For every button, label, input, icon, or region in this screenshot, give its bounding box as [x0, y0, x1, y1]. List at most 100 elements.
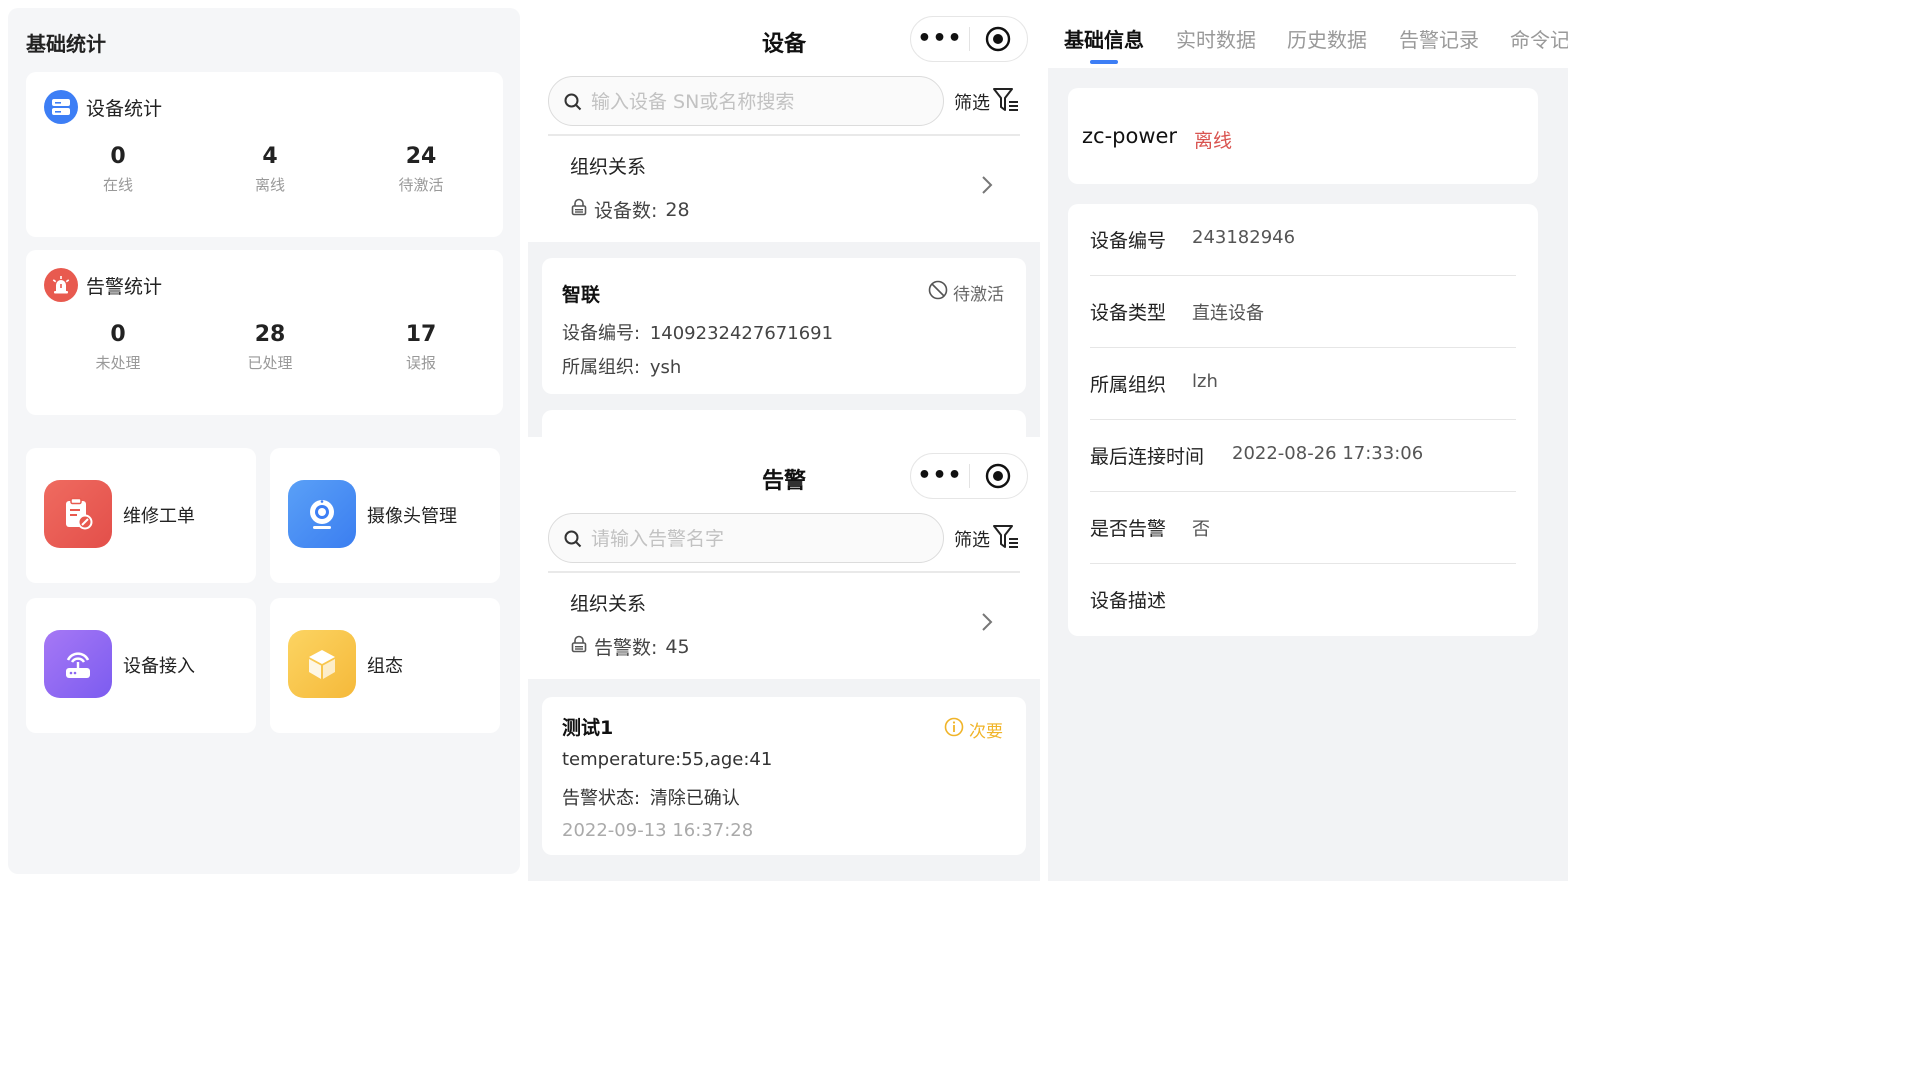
alarm-stats-card[interactable]: 告警统计 0 未处理 28 已处理 17 误报: [26, 250, 503, 415]
chevron-right-icon: [980, 611, 994, 637]
search-box[interactable]: [548, 513, 944, 563]
tab-command[interactable]: 命令记: [1510, 24, 1568, 53]
org-value: ysh: [649, 357, 682, 378]
state-label: 告警状态:: [562, 788, 641, 809]
state-value: 清除已确认: [649, 788, 740, 809]
device-stats-card[interactable]: 设备统计 0 在线 4 离线 24 待激活: [26, 72, 503, 237]
device-count-label: 设备数:: [594, 200, 658, 222]
ban-icon: [928, 280, 948, 305]
stat-value: 24: [405, 144, 437, 169]
info-key: 设备编号: [1090, 230, 1167, 252]
filter-label: 筛选: [954, 93, 990, 114]
device-name-card: zc-power 离线: [1068, 88, 1538, 184]
close-target-icon[interactable]: [970, 463, 1027, 489]
alarm-state-line: 告警状态: 清除已确认: [562, 784, 740, 810]
alarm-count-label: 告警数:: [594, 637, 658, 659]
tab-bar: 基础信息 实时数据 历史数据 告警记录 命令记: [1048, 0, 1568, 68]
device-status: 待激活: [928, 280, 1004, 305]
more-icon[interactable]: •••: [911, 454, 969, 498]
level-text: 次要: [969, 722, 1003, 742]
device-card-partial[interactable]: [542, 410, 1026, 437]
info-icon: [944, 717, 964, 742]
info-key: 最后连接时间: [1090, 446, 1205, 468]
tab-realtime-data[interactable]: 实时数据: [1176, 24, 1256, 53]
info-key: 设备描述: [1090, 590, 1167, 612]
alarm-name: 测试1: [562, 717, 614, 739]
lock-icon: [570, 198, 588, 221]
org-title: 组织关系: [570, 593, 647, 615]
stat-value: 0: [110, 322, 126, 347]
device-detail-panel: 基础信息 实时数据 历史数据 告警记录 命令记 zc-power 离线 设备编号…: [1048, 0, 1568, 881]
tab-history-data[interactable]: 历史数据: [1287, 24, 1367, 53]
info-row-last-connect: 最后连接时间 2022-08-26 17:33:06: [1090, 420, 1516, 492]
divider: [548, 134, 1020, 136]
stat-value: 28: [254, 322, 286, 347]
close-target-icon[interactable]: [970, 26, 1027, 52]
page-title: 基础统计: [26, 32, 106, 56]
server-icon: [44, 90, 78, 124]
filter-icon: [992, 523, 1020, 555]
org-count: 设备数: 28: [570, 196, 690, 223]
nav-bar: 设备 •••: [528, 0, 1040, 74]
tab-alarm-records[interactable]: 告警记录: [1399, 24, 1479, 53]
tab-basic-info[interactable]: 基础信息: [1064, 24, 1144, 53]
alarm-card[interactable]: 测试1 次要 temperature:55,age:41 告警状态: 清除已确认…: [542, 697, 1026, 855]
chevron-right-icon: [980, 174, 994, 200]
stat-caption: 离线: [254, 176, 285, 194]
stat-caption: 误报: [405, 354, 436, 372]
stat-caption: 在线: [102, 176, 133, 194]
mini-program-capsule: •••: [910, 453, 1028, 499]
list-panel: 设备 ••• 筛选: [528, 0, 1040, 881]
info-key: 是否告警: [1090, 518, 1167, 540]
app-work-order[interactable]: 维修工单: [26, 448, 256, 583]
stat-unprocessed[interactable]: 0 未处理: [58, 322, 178, 373]
filter-button[interactable]: 筛选: [954, 523, 1020, 555]
stat-offline[interactable]: 4 离线: [210, 144, 330, 195]
search-row: 筛选: [528, 511, 1040, 571]
app-label: 摄像头管理: [367, 506, 457, 527]
info-row-alarm: 是否告警 否: [1090, 492, 1516, 564]
alarm-light-icon: [44, 268, 78, 302]
info-row-serial: 设备编号 243182946: [1090, 204, 1516, 276]
stat-false-alarm[interactable]: 17 误报: [361, 322, 481, 373]
org-title: 组织关系: [570, 156, 647, 178]
stat-value: 0: [110, 144, 126, 169]
app-configuration[interactable]: 组态: [270, 598, 500, 733]
nav-bar: 告警 •••: [528, 437, 1040, 511]
device-card[interactable]: 智联 待激活 设备编号: 1409232427671691 所属组织: ysh: [542, 258, 1026, 394]
info-value: lzh: [1192, 371, 1218, 392]
cube-icon: [288, 630, 356, 698]
app-device-access[interactable]: 设备接入: [26, 598, 256, 733]
filter-button[interactable]: 筛选: [954, 86, 1020, 118]
status-text: 待激活: [953, 285, 1004, 305]
alarm-count: 45: [665, 635, 690, 658]
stat-pending[interactable]: 24 待激活: [361, 144, 481, 195]
alarm-level: 次要: [944, 717, 1003, 742]
stat-processed[interactable]: 28 已处理: [210, 322, 330, 373]
search-box[interactable]: [548, 76, 944, 126]
org-relation-row[interactable]: 组织关系 告警数: 45: [528, 571, 1040, 679]
stat-caption: 待激活: [398, 176, 444, 194]
stat-value: 4: [262, 144, 278, 169]
serial-label: 设备编号:: [562, 323, 641, 344]
stat-online[interactable]: 0 在线: [58, 144, 178, 195]
device-name: 智联: [562, 284, 601, 306]
device-stats-label: 设备统计: [86, 97, 163, 120]
stat-caption: 已处理: [247, 354, 293, 372]
alarm-stats-label: 告警统计: [86, 275, 163, 298]
info-value: 直连设备: [1192, 303, 1264, 324]
device-org-line: 所属组织: ysh: [562, 353, 681, 379]
screenshot-collage: 基础统计 设备统计 0 在线 4 离线 24 待激活 告警统计 0 未处理 28…: [0, 0, 1568, 881]
org-count: 告警数: 45: [570, 633, 690, 660]
search-input[interactable]: [591, 87, 931, 117]
devices-screen: 设备 ••• 筛选: [528, 0, 1040, 437]
divider: [548, 571, 1020, 573]
tab-indicator: [1090, 60, 1118, 64]
org-relation-row[interactable]: 组织关系 设备数: 28: [528, 134, 1040, 242]
more-icon[interactable]: •••: [911, 17, 969, 61]
work-order-icon: [44, 480, 112, 548]
info-key: 设备类型: [1090, 302, 1167, 324]
search-input[interactable]: [591, 524, 931, 554]
info-row-description: 设备描述: [1090, 564, 1516, 636]
app-camera[interactable]: 摄像头管理: [270, 448, 500, 583]
